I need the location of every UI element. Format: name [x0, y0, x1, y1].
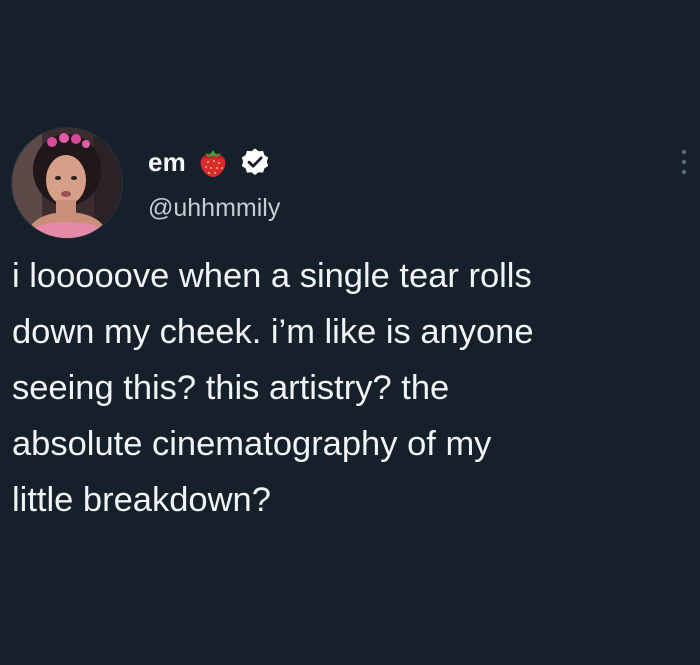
- tweet-header: em @uhhmmily: [148, 142, 280, 223]
- tweet-card: em @uhhmmily i looooove when a single te…: [0, 0, 700, 665]
- name-row: em: [148, 142, 280, 182]
- verified-badge-icon: [240, 147, 270, 177]
- tweet-text: i looooove when a single tear rolls down…: [12, 257, 534, 519]
- avatar[interactable]: [12, 128, 122, 238]
- user-handle[interactable]: @uhhmmily: [148, 194, 280, 223]
- strawberry-icon: [196, 145, 230, 179]
- display-name[interactable]: em: [148, 147, 186, 178]
- avatar-photo: [12, 128, 122, 238]
- more-options-icon[interactable]: [676, 146, 692, 178]
